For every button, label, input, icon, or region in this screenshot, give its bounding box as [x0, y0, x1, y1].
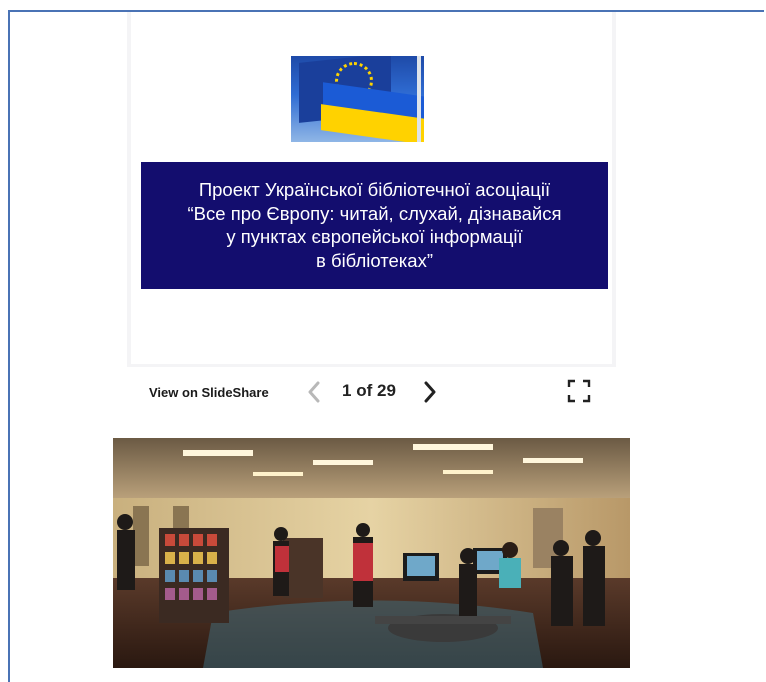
- library-photo: [113, 438, 630, 668]
- slide-title-banner: Проект Української бібліотечної асоціаці…: [141, 162, 608, 289]
- slide-viewport: Проект Української бібліотечної асоціаці…: [131, 12, 612, 364]
- chevron-right-icon[interactable]: [419, 378, 441, 406]
- eu-ukraine-flags-image: [291, 56, 424, 142]
- page-indicator: 1 of 29: [342, 381, 396, 401]
- page-of-label: of: [356, 381, 373, 400]
- slideshare-toolbar: View on SlideShare 1 of 29: [127, 367, 616, 420]
- chevron-left-icon[interactable]: [303, 378, 325, 406]
- view-on-slideshare-link[interactable]: View on SlideShare: [149, 385, 269, 400]
- slide-title-line-4: в бібліотеках”: [316, 249, 433, 271]
- page-total: 29: [376, 381, 396, 400]
- slide-title-line-2: “Все про Європу: читай, слухай, дізнавай…: [187, 202, 562, 224]
- flag-pole: [417, 56, 421, 142]
- slideshare-embed: Проект Української бібліотечної асоціаці…: [127, 12, 616, 420]
- slide-title-line-3: у пунктах європейської інформації: [226, 226, 523, 247]
- page-current: 1: [342, 381, 352, 400]
- fullscreen-icon[interactable]: [566, 378, 592, 404]
- slide-title-line-1: Проект Української бібліотечної асоціаці…: [198, 179, 551, 200]
